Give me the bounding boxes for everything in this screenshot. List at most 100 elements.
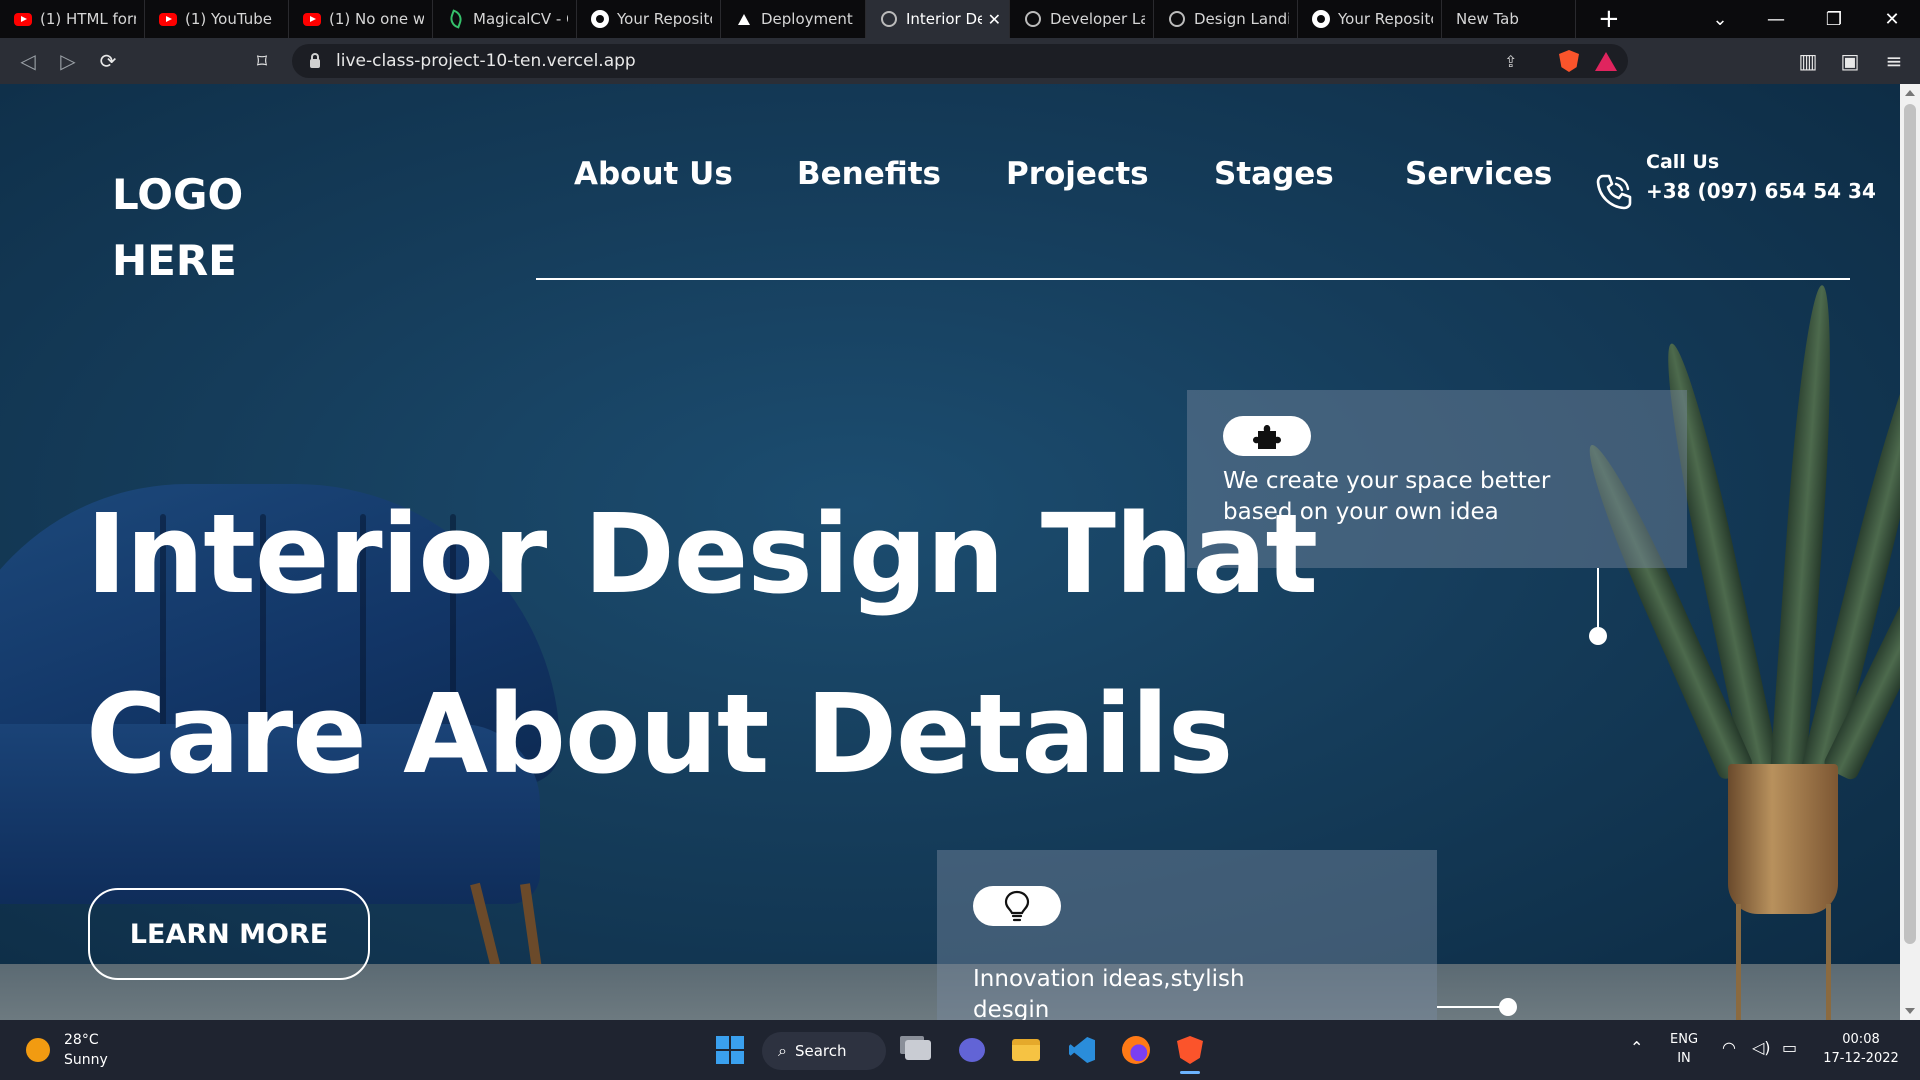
brave-rewards-icon[interactable]: [1595, 52, 1617, 71]
volume-icon[interactable]: ◁): [1752, 1038, 1771, 1057]
taskbar-search[interactable]: ⌕ Search: [762, 1032, 886, 1070]
globe-icon: [880, 10, 898, 28]
scroll-down-icon[interactable]: [1905, 1008, 1915, 1014]
tab-deployment[interactable]: Deployment O: [721, 0, 866, 38]
tab-title: Your Repositor: [1338, 10, 1433, 28]
menu-icon[interactable]: ≡: [1874, 38, 1914, 84]
tab-title: Design Landin: [1194, 10, 1289, 28]
new-tab-icon[interactable]: +: [1598, 0, 1620, 38]
page-scrollbar[interactable]: [1900, 84, 1920, 1020]
youtube-icon: [303, 10, 321, 28]
lock-icon[interactable]: [310, 52, 320, 68]
date: 17-12-2022: [1823, 1051, 1899, 1066]
file-explorer-icon[interactable]: [1008, 1032, 1044, 1068]
teams-chat-icon[interactable]: [954, 1032, 990, 1068]
clock[interactable]: 00:08 17-12-2022: [1818, 1030, 1904, 1068]
sun-icon: [26, 1038, 50, 1062]
hero-line-1: Interior Design That: [86, 490, 1318, 618]
search-icon: ⌕: [778, 1041, 787, 1060]
plant-pot: [1728, 764, 1838, 914]
close-window-icon[interactable]: ✕: [1864, 0, 1920, 38]
learn-more-button[interactable]: LEARN MORE: [88, 888, 370, 980]
tab-title: Deployment O: [761, 10, 857, 28]
nav-about-us[interactable]: About Us: [574, 156, 733, 192]
tab-youtube[interactable]: (1) YouTube: [145, 0, 289, 38]
leaf-icon: [447, 9, 465, 29]
sidebar-icon[interactable]: ▥: [1788, 38, 1828, 84]
taskbar: 28°C Sunny ⌕ Search ⌃ ENG IN ◠ ◁) ▭ 00:0…: [0, 1020, 1920, 1080]
lightbulb-icon: [973, 886, 1061, 926]
brave-browser-icon[interactable]: [1172, 1032, 1208, 1074]
plant-stand-leg: [1736, 904, 1741, 1020]
github-icon: [1312, 10, 1330, 28]
tab-title: New Tab: [1456, 10, 1519, 28]
card-text: Innovation ideas,stylish desgin: [973, 966, 1245, 1020]
temperature: 28°C: [64, 1032, 99, 1048]
youtube-icon: [14, 10, 32, 28]
language: ENG: [1670, 1032, 1699, 1047]
tab-repositories-2[interactable]: Your Repositor: [1298, 0, 1442, 38]
nav-benefits[interactable]: Benefits: [797, 156, 941, 192]
forward-icon[interactable]: ▷: [48, 38, 88, 84]
address-bar: ◁ ▷ ⟳ ⌑ live-class-project-10-ten.vercel…: [0, 38, 1920, 84]
search-label: Search: [794, 1042, 847, 1060]
reload-icon[interactable]: ⟳: [88, 38, 128, 84]
brave-shield-icon[interactable]: [1559, 50, 1579, 72]
scroll-thumb[interactable]: [1904, 104, 1916, 944]
nav-services[interactable]: Services: [1405, 156, 1552, 192]
battery-icon[interactable]: ▭: [1782, 1038, 1797, 1057]
tab-title: Interior De: [906, 10, 982, 28]
close-tab-icon[interactable]: ✕: [988, 10, 1001, 29]
tab-new-tab[interactable]: New Tab: [1442, 0, 1576, 38]
back-icon[interactable]: ◁: [8, 38, 48, 84]
tab-repositories[interactable]: Your Repositor: [577, 0, 721, 38]
wifi-icon[interactable]: ◠: [1722, 1038, 1736, 1057]
task-view-icon[interactable]: [900, 1032, 936, 1068]
tab-developer-landing[interactable]: Developer Lan: [1010, 0, 1154, 38]
connector-line: [1437, 1006, 1503, 1008]
header-divider: [536, 278, 1850, 280]
tab-interior-design[interactable]: Interior De ✕: [866, 0, 1010, 38]
weather-widget[interactable]: 28°C Sunny: [26, 1030, 108, 1070]
page-viewport: LOGO HERE About Us Benefits Projects Sta…: [0, 84, 1900, 1020]
bookmark-icon[interactable]: ⌑: [242, 38, 282, 84]
tab-title: (1) HTML form: [40, 10, 136, 28]
region: IN: [1677, 1051, 1691, 1066]
connector-dot: [1589, 627, 1607, 645]
language-indicator[interactable]: ENG IN: [1670, 1030, 1698, 1068]
tab-html-form[interactable]: (1) HTML form: [0, 0, 145, 38]
puzzle-icon: [1223, 416, 1311, 456]
hero-line-2: Care About Details: [86, 670, 1233, 798]
url-field[interactable]: live-class-project-10-ten.vercel.app ⇪: [292, 44, 1628, 78]
nav-projects[interactable]: Projects: [1006, 156, 1149, 192]
youtube-icon: [159, 10, 177, 28]
tab-title: (1) No one will: [329, 10, 424, 28]
minimize-icon[interactable]: —: [1748, 0, 1804, 38]
phone-icon[interactable]: [1594, 172, 1634, 212]
url-text[interactable]: live-class-project-10-ten.vercel.app: [336, 51, 636, 71]
tab-title: Your Repositor: [617, 10, 712, 28]
share-icon[interactable]: ⇪: [1504, 52, 1517, 71]
tab-title: (1) YouTube: [185, 10, 273, 28]
vscode-icon[interactable]: [1064, 1032, 1100, 1068]
restore-icon[interactable]: ❐: [1806, 0, 1862, 38]
tab-title: MagicalCV - O: [473, 10, 568, 28]
windows-start-icon[interactable]: [712, 1032, 748, 1068]
plant-stand-leg: [1826, 904, 1831, 1020]
phone-number[interactable]: +38 (097) 654 54 34: [1646, 176, 1876, 206]
tab-no-one-will[interactable]: (1) No one will: [289, 0, 433, 38]
tab-search-icon[interactable]: ⌄: [1692, 0, 1748, 38]
show-hidden-icons[interactable]: ⌃: [1630, 1038, 1643, 1057]
hero-heading: Interior Design That Care About Details: [86, 464, 1318, 824]
feature-card-innovation: Innovation ideas,stylish desgin: [937, 850, 1437, 1020]
globe-icon: [1024, 10, 1042, 28]
github-icon: [591, 10, 609, 28]
nav-stages[interactable]: Stages: [1214, 156, 1334, 192]
firefox-icon[interactable]: [1118, 1032, 1154, 1068]
tab-magicalcv[interactable]: MagicalCV - O: [433, 0, 577, 38]
call-us-label: Call Us: [1646, 151, 1720, 173]
wallet-icon[interactable]: ▣: [1830, 38, 1870, 84]
scroll-up-icon[interactable]: [1905, 90, 1915, 96]
tab-design-landing[interactable]: Design Landin: [1154, 0, 1298, 38]
site-logo[interactable]: LOGO HERE: [112, 162, 272, 294]
